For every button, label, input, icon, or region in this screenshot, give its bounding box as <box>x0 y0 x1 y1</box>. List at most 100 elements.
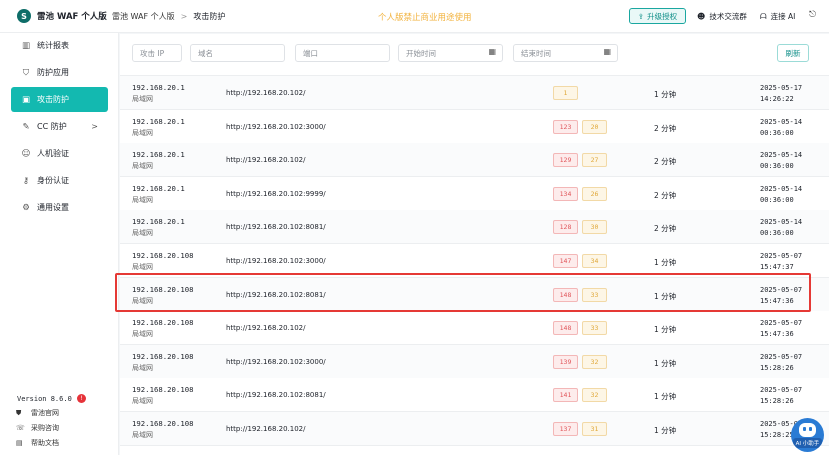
ai-assistant-label: AI 小助手 <box>792 438 823 448</box>
table-row[interactable]: 192.168.20.1 局域网 http://192.168.20.102:808… <box>120 210 829 245</box>
table-row[interactable]: 192.168.20.108 局域网 http://192.168.20.102:3… <box>120 244 829 278</box>
table-row[interactable]: 192.168.20.108 局域网 http://192.168.20.102:3… <box>120 344 829 379</box>
table-row[interactable]: 192.168.20.108 局域网 http://192.168.20.102/1… <box>120 412 829 446</box>
duration: 2 分钟 <box>654 157 677 167</box>
timestamp-time: 15:47:37 <box>760 263 794 271</box>
sidebar-item-cc[interactable]: ✎ CC 防护 > <box>11 114 108 139</box>
breadcrumb-separator: > <box>180 11 188 21</box>
target-url[interactable]: http://192.168.20.102/ <box>226 156 305 164</box>
target-url[interactable]: http://192.168.20.102:3000/ <box>226 123 326 131</box>
refresh-button[interactable]: 刷新 <box>777 44 809 62</box>
sidebar-item-label: 防护应用 <box>37 68 69 77</box>
sidebar-item-auth[interactable]: ⚷ 身份认证 <box>11 168 108 193</box>
target-url[interactable]: http://192.168.20.102:3000/ <box>226 257 326 265</box>
sidebar-item-captcha[interactable]: ☺ 人机验证 <box>11 141 108 166</box>
tech-group-link[interactable]: ☻ 技术交流群 <box>697 11 747 22</box>
network-type: 局域网 <box>132 363 153 372</box>
start-time-placeholder: 开始时间 <box>406 48 436 58</box>
sidebar-item-label: 人机验证 <box>37 149 69 158</box>
table-row[interactable]: 192.168.20.108 局域网 http://192.168.20.102/1… <box>120 311 829 346</box>
table-row[interactable]: 192.168.20.1 局域网 http://192.168.20.102:999… <box>120 176 829 211</box>
target-url[interactable]: http://192.168.20.102:9999/ <box>226 190 326 198</box>
network-type: 局域网 <box>132 397 153 406</box>
upgrade-button[interactable]: ⇪ 升级授权 <box>629 8 686 24</box>
doc-icon: ▤ <box>16 439 23 447</box>
source-ip: 192.168.20.108 <box>132 419 194 428</box>
start-time-input[interactable]: 开始时间 ▦ <box>398 44 503 62</box>
attack-ip-input[interactable]: 攻击 IP <box>132 44 182 62</box>
timestamp-date: 2025-05-07 <box>760 252 803 260</box>
breadcrumb-root[interactable]: 雷池 WAF 个人版 <box>112 11 175 22</box>
port-input[interactable]: 端口 <box>295 44 390 62</box>
calendar-icon: ▦ <box>603 47 611 56</box>
duration: 1 分钟 <box>654 291 677 301</box>
sidebar-item-stats[interactable]: ▥ 统计报表 <box>11 33 108 58</box>
network-type: 局域网 <box>132 95 153 103</box>
bar-chart-icon: ▥ <box>21 40 31 51</box>
target-url[interactable]: http://192.168.20.102/ <box>226 324 305 332</box>
main-content: 攻击 IP 域名 端口 开始时间 ▦ 结束时间 ▦ 刷新 192.168.20.… <box>120 34 829 455</box>
sidebar-item-settings[interactable]: ⚙ 通用设置 <box>11 195 108 220</box>
breadcrumb: 雷池 WAF 个人版 > 攻击防护 <box>112 11 225 22</box>
target-url[interactable]: http://192.168.20.102:8081/ <box>226 291 326 299</box>
table-row[interactable]: 192.168.20.1 局域网 http://192.168.20.102/1 1 … <box>120 76 829 110</box>
sidebar-item-label: 身份认证 <box>37 176 69 185</box>
ai-assistant-button[interactable]: AI 小助手 <box>791 418 824 452</box>
timestamp-time: 15:28:26 <box>760 363 794 372</box>
ai-connect-link[interactable]: ᗩ 连接 AI <box>760 11 795 22</box>
table-row[interactable]: 192.168.20.1 局域网 http://192.168.20.102/129… <box>120 143 829 178</box>
timestamp-date: 2025-05-07 <box>760 352 803 361</box>
source-ip: 192.168.20.108 <box>132 351 194 361</box>
official-site-link[interactable]: ⛊ 雷池官网 <box>16 408 59 418</box>
source-ip: 192.168.20.108 <box>132 318 194 328</box>
timestamp-time: 00:36:00 <box>760 128 794 137</box>
sidebar-item-apps[interactable]: ⛉ 防护应用 <box>11 60 108 85</box>
duration: 1 分钟 <box>654 325 677 335</box>
attack-count-badge: 139 <box>553 354 578 369</box>
network-type: 局域网 <box>132 263 153 271</box>
ai-icon: ᗩ <box>760 11 767 21</box>
sidebar-item-label: CC 防护 <box>37 122 67 131</box>
secondary-count-badge: 32 <box>582 388 607 403</box>
logout-icon[interactable]: ⎋ <box>809 10 816 20</box>
help-docs-link[interactable]: ▤ 帮助文档 <box>16 438 59 448</box>
attack-icon: ▣ <box>21 94 31 105</box>
upgrade-label: 升级授权 <box>647 11 678 21</box>
secondary-count-badge: 32 <box>582 354 607 369</box>
end-time-input[interactable]: 结束时间 ▦ <box>513 44 618 62</box>
duration: 1 分钟 <box>654 392 677 402</box>
target-url[interactable]: http://192.168.20.102:8081/ <box>226 391 326 399</box>
update-alert-icon[interactable]: ! <box>76 394 86 403</box>
attack-count-badge: 148 <box>553 321 578 336</box>
secondary-count-badge: 30 <box>582 220 607 235</box>
attack-count-badge: 1 <box>553 86 578 100</box>
source-ip: 192.168.20.108 <box>132 284 194 294</box>
timestamp-time: 00:36:00 <box>760 162 794 171</box>
source-ip: 192.168.20.1 <box>132 183 185 193</box>
attack-table: 192.168.20.1 局域网 http://192.168.20.102/1 1 … <box>120 75 829 455</box>
domain-input[interactable]: 域名 <box>190 44 285 62</box>
secondary-count-badge: 27 <box>582 153 607 168</box>
timestamp-date: 2025-05-14 <box>760 218 803 227</box>
table-row[interactable]: 192.168.20.1 局域网 http://192.168.20.102:300… <box>120 109 829 144</box>
timestamp-time: 00:36:00 <box>760 229 794 238</box>
robot-icon <box>799 423 816 437</box>
timestamp-date: 2025-05-14 <box>760 151 803 160</box>
source-ip: 192.168.20.108 <box>132 251 194 260</box>
duration: 2 分钟 <box>654 224 677 234</box>
target-url[interactable]: http://192.168.20.102/ <box>226 89 305 97</box>
table-row[interactable]: 192.168.20.108 局域网 http://192.168.20.102:8… <box>120 378 829 413</box>
tech-group-label: 技术交流群 <box>709 12 747 21</box>
purchase-link[interactable]: ☏ 采购咨询 <box>16 423 59 433</box>
gear-icon: ⚙ <box>22 202 30 213</box>
target-url[interactable]: http://192.168.20.102/ <box>226 425 305 433</box>
sidebar-item-attack[interactable]: ▣ 攻击防护 <box>11 87 108 112</box>
calendar-icon: ▦ <box>488 47 496 56</box>
target-url[interactable]: http://192.168.20.102:8081/ <box>226 223 326 231</box>
sidebar-item-label: 统计报表 <box>37 41 69 50</box>
table-row[interactable]: 192.168.20.108 局域网 http://192.168.20.102:8… <box>120 277 829 312</box>
target-url[interactable]: http://192.168.20.102:3000/ <box>226 358 326 366</box>
timestamp-time: 15:28:26 <box>760 397 794 406</box>
logo[interactable]: S 雷池 WAF 个人版 <box>0 9 112 23</box>
version-label: Version 8.6.0 <box>17 394 72 403</box>
